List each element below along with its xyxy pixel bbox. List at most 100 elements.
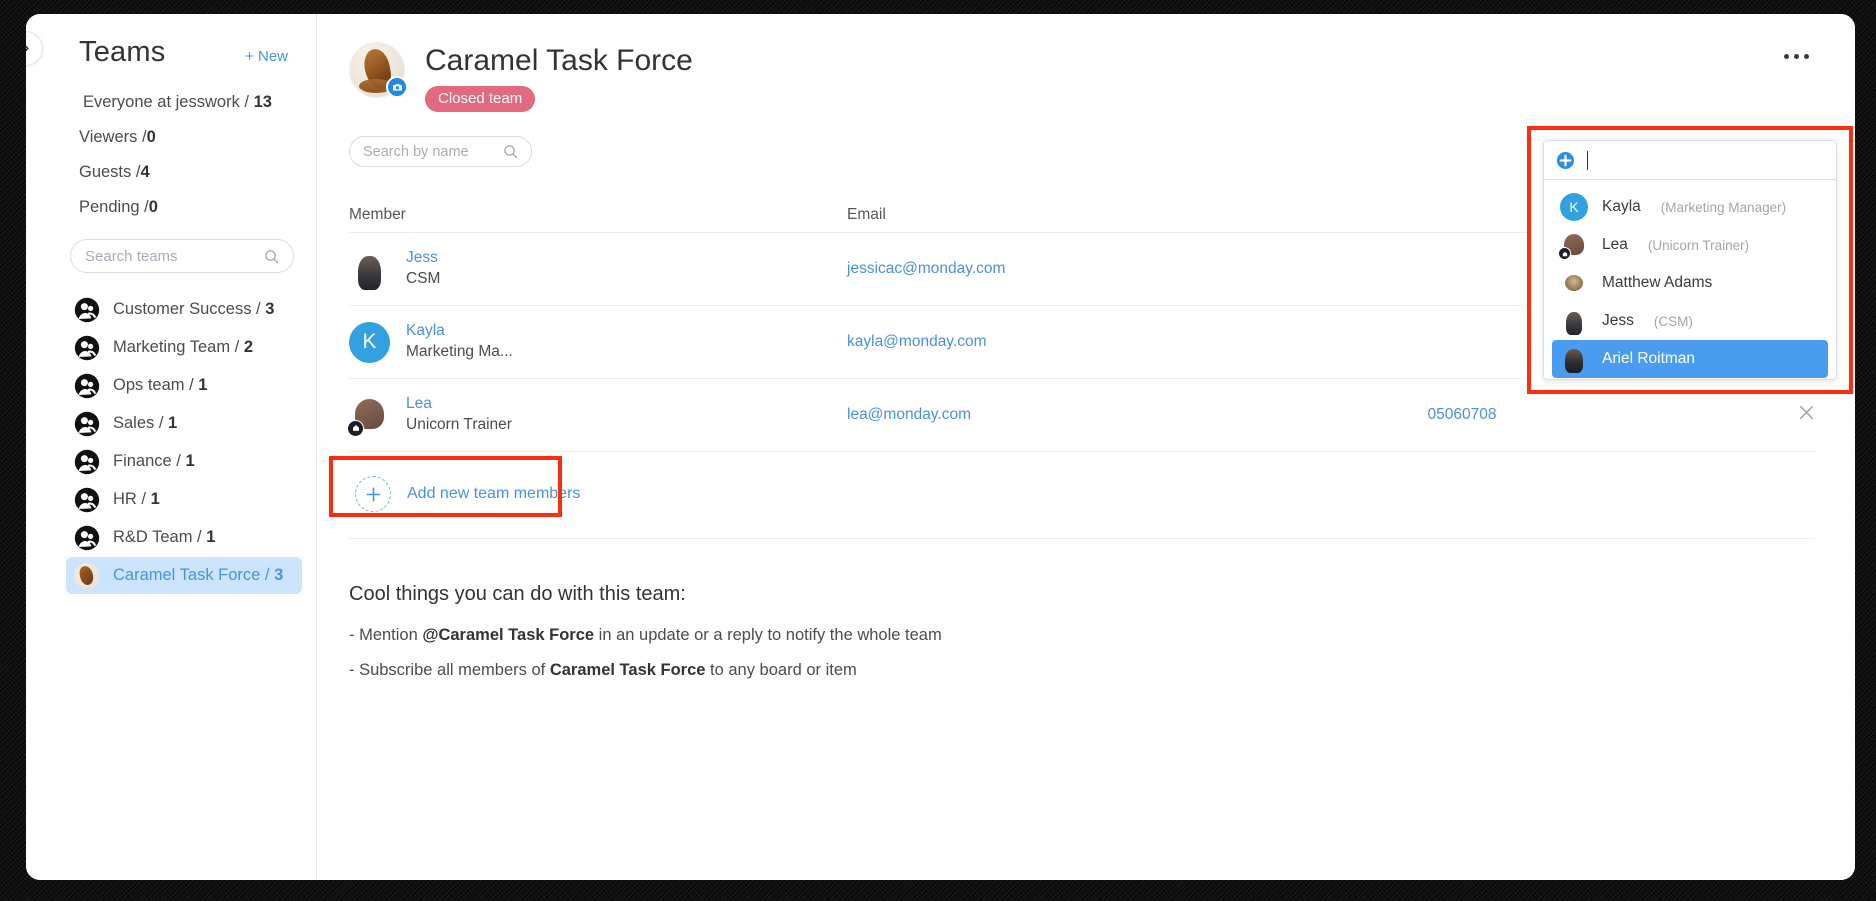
team-item-label: Finance / 1 — [113, 452, 195, 470]
new-team-button[interactable]: + New — [245, 48, 288, 65]
plus-icon — [355, 476, 391, 512]
sidebar-item-pending[interactable]: Pending /0 — [79, 192, 316, 227]
search-icon — [504, 145, 518, 159]
avatar — [1560, 345, 1588, 373]
sidebar-item-caramel-task-force[interactable]: Caramel Task Force / 3 — [66, 557, 302, 594]
team-item-label: Customer Success / 3 — [113, 300, 275, 318]
text-cursor — [1587, 150, 1588, 170]
dropdown-option-lea[interactable]: Lea (Unicorn Trainer) — [1552, 226, 1828, 264]
screenshot-frame: Teams + New Everyone at jesswork / 13 Vi… — [0, 0, 1876, 901]
avatar-initial: K — [1569, 199, 1579, 215]
sidebar-item-everyone[interactable]: Everyone at jesswork / 13 — [79, 87, 316, 122]
sidebar-item-guests[interactable]: Guests /4 — [79, 157, 316, 192]
team-group-icon — [74, 373, 100, 399]
team-list: Customer Success / 3 Marketing Team / 2 … — [26, 291, 316, 594]
team-photo-avatar — [349, 42, 408, 98]
team-detail-panel: Caramel Task Force Closed team Member Em… — [317, 14, 1855, 880]
search-by-name-input[interactable] — [363, 143, 503, 160]
scope-label: Viewers / — [79, 128, 147, 146]
team-group-icon — [74, 525, 100, 551]
search-by-name-field[interactable] — [349, 136, 532, 167]
member-name[interactable]: Kayla — [406, 321, 513, 342]
avatar — [1560, 307, 1588, 335]
member-cell: K Kayla Marketing Ma... — [349, 321, 847, 363]
avatar — [1560, 269, 1588, 297]
scope-count: 13 — [253, 93, 272, 111]
member-phone[interactable]: 05060708 — [1428, 406, 1497, 423]
member-role: Marketing Ma... — [406, 343, 513, 360]
add-members-label: Add new team members — [407, 485, 581, 502]
sidebar-item-rd-team[interactable]: R&D Team / 1 — [66, 519, 302, 556]
team-header: Caramel Task Force Closed team — [317, 14, 1855, 112]
team-item-label: Caramel Task Force / 3 — [113, 566, 284, 584]
sidebar-item-marketing-team[interactable]: Marketing Team / 2 — [66, 329, 302, 366]
option-name: Lea — [1602, 236, 1628, 253]
admin-home-icon — [1558, 247, 1571, 260]
avatar: K — [349, 321, 390, 363]
scope-list: Everyone at jesswork / 13 Viewers /0 Gue… — [26, 69, 316, 227]
option-role: (Marketing Manager) — [1660, 199, 1787, 215]
status-badge: Closed team — [425, 86, 536, 112]
team-group-icon — [74, 449, 100, 475]
team-group-icon — [74, 411, 100, 437]
scope-label: Pending / — [79, 198, 149, 216]
more-options-icon[interactable] — [1778, 48, 1815, 65]
sidebar-item-viewers[interactable]: Viewers /0 — [79, 122, 316, 157]
sidebar-item-sales[interactable]: Sales / 1 — [66, 405, 302, 442]
member-name[interactable]: Lea — [406, 394, 512, 415]
dropdown-option-ariel-roitman[interactable]: Ariel Roitman — [1552, 340, 1828, 378]
cool-things-heading: Cool things you can do with this team: — [349, 583, 686, 605]
member-name[interactable]: Jess — [406, 248, 440, 269]
search-teams-field[interactable] — [70, 239, 294, 273]
cool-things-section: Cool things you can do with this team: -… — [349, 583, 1855, 680]
sidebar-item-ops-team[interactable]: Ops team / 1 — [66, 367, 302, 404]
sidebar-item-hr[interactable]: HR / 1 — [66, 481, 302, 518]
team-item-label: Marketing Team / 2 — [113, 338, 254, 356]
teams-sidebar: Teams + New Everyone at jesswork / 13 Vi… — [26, 14, 317, 880]
member-role: CSM — [406, 270, 441, 287]
search-icon — [265, 249, 279, 263]
scope-label: Guests / — [79, 163, 141, 181]
search-teams-input[interactable] — [85, 247, 264, 265]
add-person-icon — [1556, 151, 1575, 169]
caramel-photo-avatar — [74, 562, 100, 589]
column-header-email: Email — [847, 205, 886, 223]
dropdown-option-matthew-adams[interactable]: Matthew Adams — [1552, 264, 1828, 302]
team-title: Caramel Task Force — [425, 44, 693, 77]
add-member-options-list: K Kayla (Marketing Manager) Lea (Unicorn… — [1544, 180, 1836, 379]
admin-home-icon — [347, 419, 364, 437]
sidebar-header: Teams + New — [26, 14, 316, 69]
camera-icon — [392, 83, 402, 91]
app-window: Teams + New Everyone at jesswork / 13 Vi… — [26, 14, 1855, 880]
scope-count: 0 — [146, 128, 156, 146]
column-header-member: Member — [349, 205, 406, 223]
scope-count: 4 — [140, 163, 150, 181]
add-new-team-members-button[interactable]: Add new team members — [349, 470, 594, 518]
avatar — [349, 249, 390, 290]
change-team-photo-button[interactable] — [386, 76, 408, 98]
member-email[interactable]: kayla@monday.com — [847, 333, 987, 350]
email-cell: jessicac@monday.com — [847, 260, 1327, 278]
close-x-icon[interactable] — [1798, 404, 1815, 421]
scope-label: Everyone at jesswork / — [83, 93, 249, 111]
dropdown-option-jess[interactable]: Jess (CSM) — [1552, 302, 1828, 340]
option-role: (Unicorn Trainer) — [1647, 237, 1750, 253]
add-member-input[interactable] — [1600, 151, 1824, 169]
member-email[interactable]: lea@monday.com — [847, 406, 971, 423]
option-name: Ariel Roitman — [1602, 350, 1696, 367]
team-group-icon — [74, 487, 100, 513]
row-actions-cell — [1597, 404, 1815, 426]
member-cell: Lea Unicorn Trainer — [347, 394, 847, 437]
option-name: Matthew Adams — [1602, 274, 1713, 291]
add-member-input-field[interactable] — [1544, 141, 1836, 180]
chevron-right-icon — [26, 45, 29, 52]
team-item-label: HR / 1 — [113, 490, 160, 508]
dropdown-option-kayla[interactable]: K Kayla (Marketing Manager) — [1552, 188, 1828, 226]
add-member-dropdown: K Kayla (Marketing Manager) Lea (Unicorn… — [1543, 140, 1837, 380]
email-cell: lea@monday.com — [847, 406, 1327, 424]
sidebar-item-customer-success[interactable]: Customer Success / 3 — [66, 291, 302, 328]
member-email[interactable]: jessicac@monday.com — [847, 260, 1005, 277]
sidebar-item-finance[interactable]: Finance / 1 — [66, 443, 302, 480]
member-role: Unicorn Trainer — [406, 416, 512, 433]
cool-things-line-1: - Mention @Caramel Task Force in an upda… — [349, 626, 942, 644]
